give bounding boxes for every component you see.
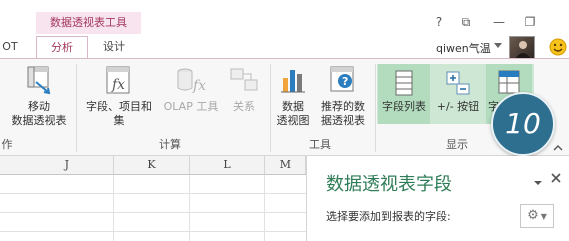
column-letter: J (64, 158, 69, 171)
tab-design[interactable]: 设计 (92, 36, 136, 58)
ribbon-display-options-icon[interactable]: ⧉ (455, 12, 477, 32)
relationships-button[interactable]: 关系 (224, 64, 264, 114)
pane-settings-button[interactable]: ⚙ ▼ (520, 204, 554, 228)
group-separator (270, 64, 271, 152)
row-gridline (0, 193, 306, 194)
fields-line1: 字段、项目和 (86, 100, 152, 113)
recommended-line2: 据透视表 (321, 114, 365, 127)
gear-icon: ⚙ (527, 208, 539, 223)
smiley-feedback-icon[interactable] (549, 38, 567, 56)
collapse-ribbon-icon[interactable] (553, 144, 563, 155)
pivotchart-line2: 透视图 (276, 114, 310, 127)
move-line2: 数据透视表 (11, 114, 67, 127)
column-gridline (264, 175, 265, 241)
function-fx-icon: fx (106, 66, 130, 94)
pane-subtitle: 选择要添加到报表的字段: (326, 210, 451, 223)
column-header-K[interactable]: K (114, 156, 190, 175)
group-label-calculate: 计算 (159, 138, 181, 151)
pivotchart-button[interactable]: 数据 透视图 (272, 64, 314, 128)
row-gridline (0, 212, 306, 213)
column-header-J[interactable]: J (0, 156, 114, 175)
plus-minus-icon (446, 71, 470, 95)
group-label-actions: 作 (1, 138, 13, 151)
group-label-tools: 工具 (309, 138, 331, 151)
move-pivottable-button[interactable]: 移动 数据透视表 (6, 64, 72, 128)
olap-label: OLAP 工具 (163, 100, 219, 113)
plus-minus-label: +/- 按钮 (436, 100, 480, 113)
avatar[interactable] (509, 36, 535, 60)
column-gridline (189, 175, 190, 241)
fields-line2: 集 (113, 114, 125, 127)
field-list-label: 字段列表 (382, 100, 426, 113)
chevron-down-icon: ▼ (540, 212, 547, 221)
tab-previous-fragment[interactable]: OT (0, 36, 20, 58)
pane-title: 数据透视表字段 (326, 174, 452, 195)
recommended-pivottables-button[interactable]: ? 推荐的数 据透视表 (314, 64, 372, 128)
minimize-button[interactable]: — (488, 12, 510, 32)
olap-tools-button[interactable]: fx OLAP 工具 (158, 64, 224, 114)
pivottable-fields-pane (306, 156, 569, 241)
group-label-show: 显示 (446, 138, 468, 151)
close-pane-icon[interactable] (549, 170, 563, 184)
tab-analyze[interactable]: 分析 (36, 36, 88, 59)
group-separator (375, 64, 376, 152)
recommended-line1: 推荐的数 (321, 100, 365, 113)
column-gridline (113, 175, 114, 241)
user-name[interactable]: qiwen气温 (436, 40, 491, 56)
relations-label: 关系 (233, 100, 255, 113)
restore-button[interactable]: ❐ (519, 12, 541, 32)
help-button[interactable]: ? (428, 12, 450, 32)
relationships-icon (230, 68, 258, 91)
svg-text:?: ? (342, 75, 348, 88)
column-header-L[interactable]: L (190, 156, 265, 175)
svg-text:fx: fx (111, 77, 125, 93)
context-tab-title: 数据透视表工具 (50, 16, 127, 29)
svg-text:fx: fx (192, 78, 206, 94)
fields-items-sets-button[interactable]: fx 字段、项目和 集 (80, 64, 158, 128)
column-header-M[interactable]: M (265, 156, 306, 175)
step-number-badge: 10 (491, 92, 555, 156)
field-list-icon (395, 70, 413, 96)
move-pivottable-icon (27, 66, 51, 95)
pivotchart-icon (281, 70, 305, 93)
recommended-pivottable-icon: ? (330, 66, 354, 92)
row-gridline (0, 231, 306, 232)
column-letter: M (279, 158, 291, 171)
olap-cylinder-icon: fx (177, 68, 206, 94)
move-line1: 移动 (28, 100, 50, 113)
pane-options-chevron-icon[interactable] (533, 173, 543, 185)
field-list-button[interactable]: 字段列表 (378, 64, 430, 124)
plus-minus-buttons-button[interactable]: +/- 按钮 (431, 64, 485, 124)
pivotchart-line1: 数据 (282, 100, 304, 113)
chevron-down-icon[interactable] (494, 43, 502, 48)
group-separator (76, 64, 77, 152)
